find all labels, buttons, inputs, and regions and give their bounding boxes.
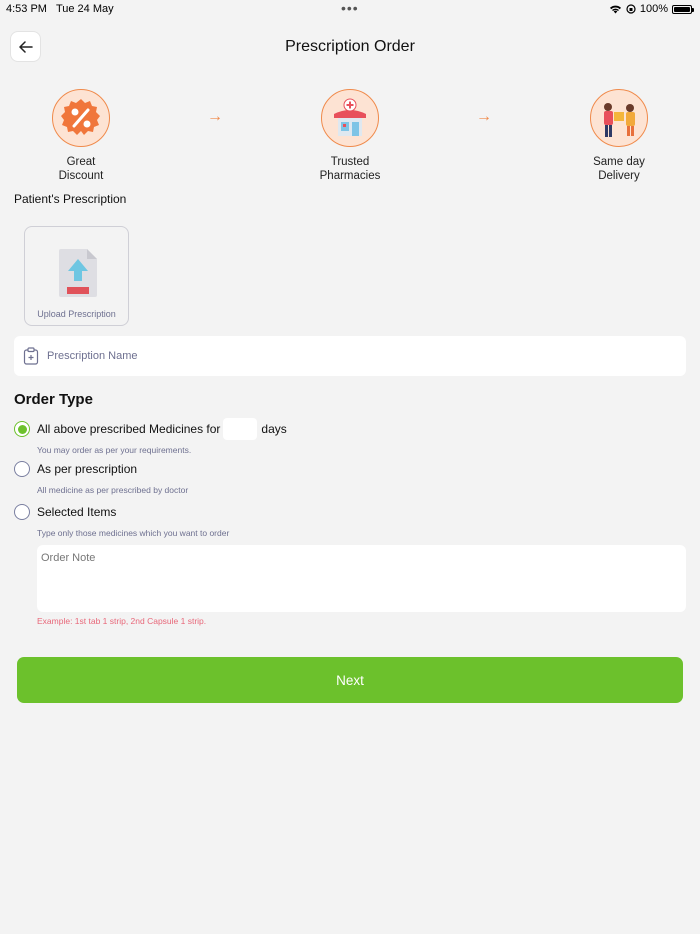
option-selected-items[interactable]: Selected Items [14, 504, 116, 520]
page-title: Prescription Order [285, 38, 415, 55]
upload-prescription-button[interactable]: Upload Prescription [24, 226, 129, 326]
status-right: 100% [609, 3, 694, 15]
patients-prescription-label: Patient's Prescription [14, 192, 127, 206]
status-bar: 4:53 PM Tue 24 May ••• 100% [0, 0, 700, 18]
radio-button[interactable] [14, 421, 30, 437]
option-label: Selected Items [37, 505, 117, 519]
option-label: As per prescription [37, 462, 138, 476]
wifi-icon [609, 5, 621, 14]
arrow-right-icon: → [476, 108, 492, 125]
feature-label: Same day Delivery [593, 156, 645, 182]
order-note-example: Example: 1st tab 1 strip, 2nd Capsule 1 … [37, 616, 207, 626]
battery-percentage: 100% [639, 3, 668, 15]
arrow-right-icon: → [207, 108, 223, 125]
status-time: 4:53 PM Tue 24 May [6, 3, 114, 15]
days-label: days [261, 422, 287, 436]
discount-icon [52, 89, 110, 147]
option-hint: You may order as per your requirements. [37, 445, 192, 455]
option-all-medicines[interactable]: All above prescribed Medicines for days [14, 418, 287, 440]
feature-label: Great Discount [58, 156, 104, 182]
delivery-icon [590, 89, 648, 147]
upload-document-icon [59, 249, 97, 297]
battery-icon [672, 4, 694, 14]
feature-same-day-delivery: Same day Delivery [559, 89, 679, 183]
feature-great-discount: Great Discount [21, 89, 141, 183]
radio-button[interactable] [14, 461, 30, 477]
prescription-name-input[interactable] [47, 350, 647, 362]
feature-trusted-pharmacies: Trusted Pharmacies [290, 89, 410, 183]
option-hint: Type only those medicines which you want… [37, 528, 230, 538]
orientation-lock-icon [626, 4, 636, 14]
pharmacy-icon [321, 89, 379, 147]
days-input[interactable] [223, 418, 258, 440]
clipboard-medical-icon [23, 347, 39, 365]
order-note-textarea[interactable] [37, 545, 686, 612]
multitask-dots[interactable]: ••• [341, 0, 359, 16]
upload-prescription-label: Upload Prescription [37, 309, 116, 319]
option-hint: All medicine as per prescribed by doctor [37, 485, 189, 495]
option-label: All above prescribed Medicines for [37, 422, 221, 436]
option-as-per-prescription[interactable]: As per prescription [14, 461, 137, 477]
prescription-name-field[interactable] [14, 336, 686, 376]
radio-button[interactable] [14, 504, 30, 520]
feature-label: Trusted Pharmacies [319, 156, 381, 182]
order-type-title: Order Type [14, 391, 93, 408]
next-button[interactable]: Next [17, 657, 683, 703]
